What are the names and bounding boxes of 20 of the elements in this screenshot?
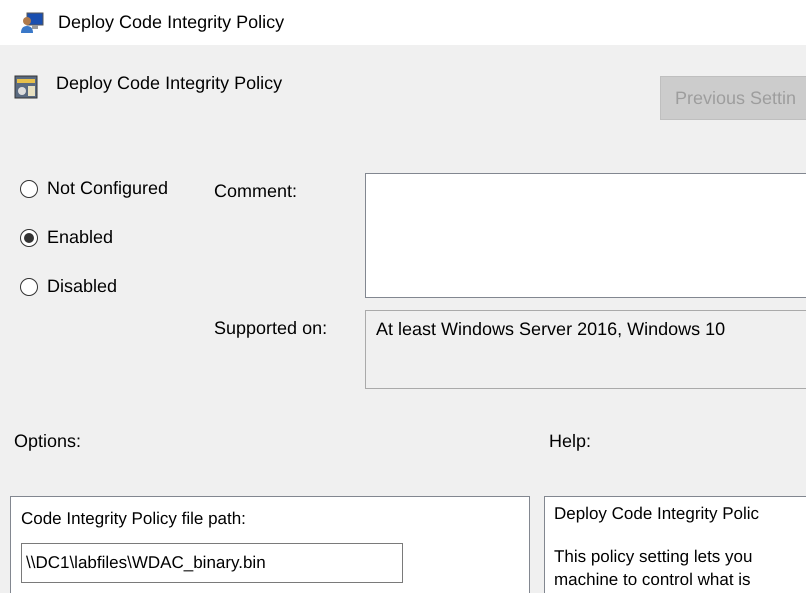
comment-label: Comment: xyxy=(214,180,298,203)
radio-label[interactable]: Not Configured xyxy=(47,178,168,199)
computer-user-icon xyxy=(20,12,44,34)
comment-field[interactable] xyxy=(365,173,806,298)
file-path-field[interactable]: \\DC1\labfiles\WDAC_binary.bin xyxy=(21,543,403,583)
radio-button[interactable] xyxy=(20,180,38,198)
field-label: Code Integrity Policy file path: xyxy=(21,509,247,529)
supported-on-label: Supported on: xyxy=(214,317,328,340)
radio-label[interactable]: Enabled xyxy=(47,227,114,248)
radio-label[interactable]: Disabled xyxy=(47,276,118,297)
options-label: Options: xyxy=(14,431,82,453)
policy-settings-icon xyxy=(14,75,38,99)
radio-button[interactable] xyxy=(20,278,38,296)
help-label: Help: xyxy=(549,431,592,453)
window-title: Deploy Code Integrity Policy xyxy=(58,12,284,33)
help-text: This policy setting lets you machine to control what is xyxy=(554,546,754,591)
supported-on-field: At least Windows Server 2016, Windows 10 xyxy=(365,310,806,389)
radio-button[interactable] xyxy=(20,228,38,246)
help-text: Deploy Code Integrity Polic xyxy=(554,503,760,525)
policy-title: Deploy Code Integrity Policy xyxy=(56,73,282,94)
